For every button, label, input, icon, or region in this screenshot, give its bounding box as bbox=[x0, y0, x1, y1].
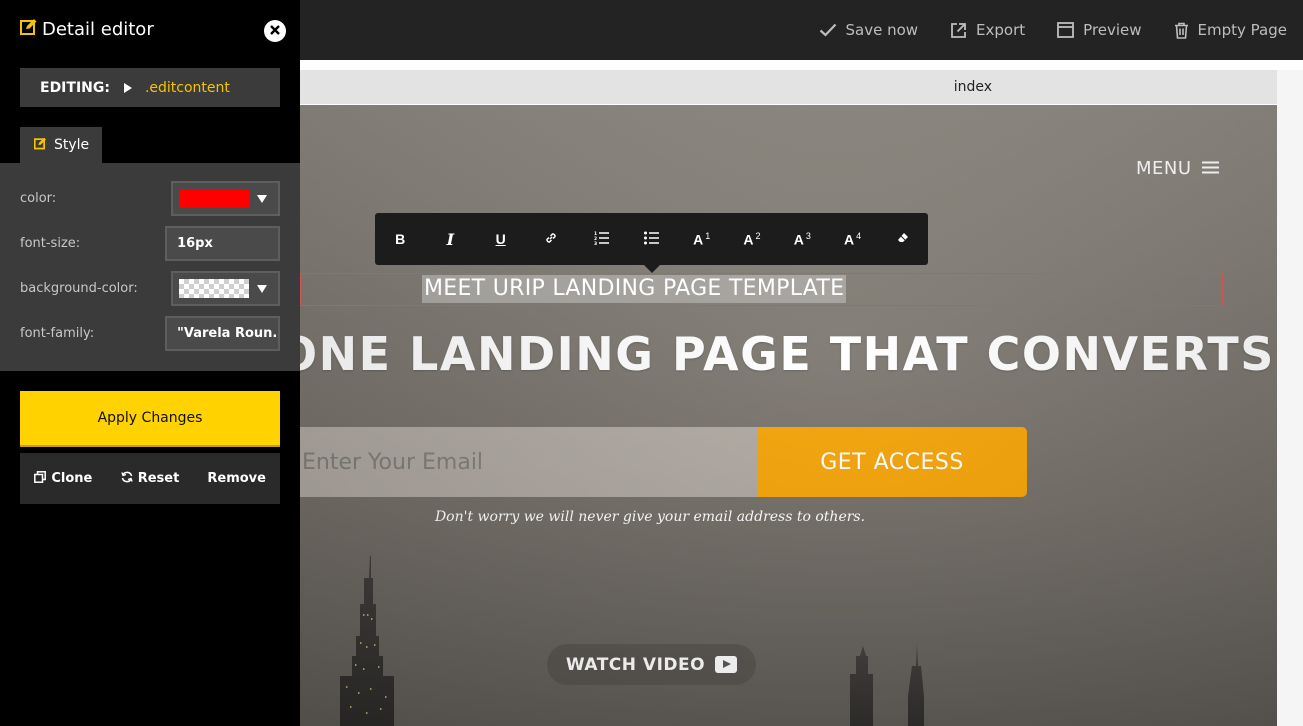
hamburger-icon bbox=[1201, 158, 1219, 179]
heading-3-button[interactable]: A3 bbox=[777, 213, 827, 265]
hero-headline[interactable]: ONE LANDING PAGE THAT CONVERTS bbox=[300, 327, 1277, 381]
editing-target-selector[interactable]: .editcontent bbox=[145, 80, 230, 96]
export-button[interactable]: Export bbox=[950, 21, 1025, 39]
tab-style[interactable]: Style bbox=[20, 127, 102, 163]
unordered-list-icon bbox=[643, 231, 659, 248]
reset-label: Reset bbox=[137, 471, 180, 486]
heading-2-number: 2 bbox=[755, 230, 761, 241]
link-button[interactable] bbox=[526, 213, 576, 265]
remove-button[interactable]: Remove bbox=[193, 471, 280, 486]
remove-label: Remove bbox=[207, 471, 266, 486]
email-disclaimer: Don't worry we will never give your emai… bbox=[434, 509, 866, 525]
email-input[interactable] bbox=[300, 427, 757, 497]
ordered-list-button[interactable]: 123 bbox=[576, 213, 626, 265]
edit-icon bbox=[20, 18, 38, 41]
caret-right-icon bbox=[123, 82, 132, 93]
export-label: Export bbox=[976, 21, 1026, 39]
heading-4-letter: A bbox=[843, 231, 855, 248]
dropdown-arrow-icon bbox=[257, 194, 267, 203]
clone-label: Clone bbox=[51, 471, 93, 486]
panel-header: Detail editor bbox=[20, 18, 154, 41]
bold-icon: B bbox=[395, 231, 406, 247]
heading-3-icon: A3 bbox=[794, 231, 811, 248]
empty-page-label: Empty Page bbox=[1197, 21, 1287, 39]
check-icon bbox=[819, 23, 837, 37]
editing-label: EDITING: bbox=[40, 79, 110, 96]
background-color-picker[interactable] bbox=[171, 271, 280, 306]
font-family-input[interactable]: "Varela Roun.. bbox=[165, 316, 280, 351]
prop-row-font-size: font-size: 16px bbox=[20, 226, 280, 261]
clone-icon bbox=[34, 470, 47, 487]
prop-row-background-color: background-color: bbox=[20, 271, 280, 306]
background-color-label: background-color: bbox=[20, 281, 138, 296]
city-skyline-image bbox=[340, 556, 924, 726]
prop-row-font-family: font-family: "Varela Roun.. bbox=[20, 316, 280, 351]
top-actions: Save now Export Preview Empty Page bbox=[819, 0, 1287, 60]
text-format-toolbar: B I U 123 A1 A2 A3 A4 bbox=[375, 213, 928, 265]
element-actions-bar: Clone Reset Remove bbox=[20, 453, 280, 504]
reset-button[interactable]: Reset bbox=[107, 471, 194, 487]
dropdown-arrow-icon bbox=[257, 284, 267, 293]
detail-editor-panel: Detail editor EDITING: .editcontent Styl… bbox=[0, 0, 300, 726]
unordered-list-button[interactable] bbox=[626, 213, 676, 265]
tab-style-label: Style bbox=[54, 137, 90, 153]
heading-3-letter: A bbox=[793, 231, 804, 248]
preview-label: Preview bbox=[1083, 21, 1142, 39]
heading-2-icon: A2 bbox=[743, 231, 760, 248]
save-now-label: Save now bbox=[845, 21, 919, 39]
color-label: color: bbox=[20, 191, 57, 206]
canvas-scroll-strip bbox=[1277, 70, 1303, 726]
heading-2-letter: A bbox=[743, 231, 754, 248]
save-now-button[interactable]: Save now bbox=[819, 21, 919, 39]
hero-subheading[interactable]: MEET URIP LANDING PAGE TEMPLATE bbox=[422, 275, 847, 303]
menu-button[interactable]: MENU bbox=[1136, 158, 1219, 179]
italic-button[interactable]: I bbox=[425, 213, 475, 265]
menu-label: MENU bbox=[1136, 158, 1192, 179]
color-swatch bbox=[179, 189, 249, 208]
clear-format-button[interactable] bbox=[878, 213, 928, 265]
heading-4-number: 4 bbox=[856, 230, 862, 241]
italic-icon: I bbox=[446, 229, 455, 249]
font-size-input[interactable]: 16px bbox=[165, 226, 280, 261]
color-picker[interactable] bbox=[171, 181, 280, 216]
heading-1-button[interactable]: A1 bbox=[677, 213, 727, 265]
svg-text:3: 3 bbox=[594, 241, 597, 245]
bold-button[interactable]: B bbox=[375, 213, 425, 265]
link-icon bbox=[544, 231, 558, 248]
page-tab-title[interactable]: index bbox=[300, 70, 992, 104]
trash-icon bbox=[1174, 22, 1189, 39]
apply-changes-button[interactable]: Apply Changes bbox=[20, 391, 280, 447]
ordered-list-icon: 123 bbox=[594, 231, 609, 248]
heading-4-icon: A4 bbox=[844, 231, 861, 248]
toolbar-pointer bbox=[644, 265, 660, 273]
eraser-icon bbox=[897, 231, 909, 247]
font-family-label: font-family: bbox=[20, 326, 95, 341]
heading-4-button[interactable]: A4 bbox=[827, 213, 877, 265]
font-size-label: font-size: bbox=[20, 236, 81, 251]
heading-2-button[interactable]: A2 bbox=[727, 213, 777, 265]
prop-row-color: color: bbox=[20, 181, 280, 216]
heading-1-icon: A1 bbox=[693, 231, 710, 248]
editing-target-bar: EDITING: .editcontent bbox=[20, 68, 280, 107]
hero-section: MENU B I U 123 A1 A2 A3 A4 MEET URIP LAN… bbox=[300, 105, 1277, 726]
close-panel-button[interactable] bbox=[264, 20, 286, 42]
close-icon bbox=[270, 22, 280, 40]
heading-1-number: 1 bbox=[705, 230, 711, 241]
transparent-swatch bbox=[179, 279, 249, 298]
edit-icon bbox=[33, 137, 47, 154]
heading-1-letter: A bbox=[693, 231, 704, 248]
empty-page-button[interactable]: Empty Page bbox=[1174, 21, 1287, 39]
preview-icon bbox=[1057, 22, 1075, 38]
underline-button[interactable]: U bbox=[476, 213, 526, 265]
clone-button[interactable]: Clone bbox=[20, 470, 107, 487]
refresh-icon bbox=[121, 471, 133, 487]
style-properties-panel: color: font-size: 16px background-color:… bbox=[0, 163, 300, 371]
page-tab-bar: index bbox=[300, 70, 1277, 104]
heading-3-number: 3 bbox=[805, 230, 811, 241]
get-access-button[interactable]: GET ACCESS bbox=[757, 427, 1027, 497]
export-icon bbox=[950, 22, 967, 39]
panel-title: Detail editor bbox=[42, 19, 154, 40]
preview-button[interactable]: Preview bbox=[1057, 21, 1142, 39]
underline-icon: U bbox=[495, 231, 506, 247]
